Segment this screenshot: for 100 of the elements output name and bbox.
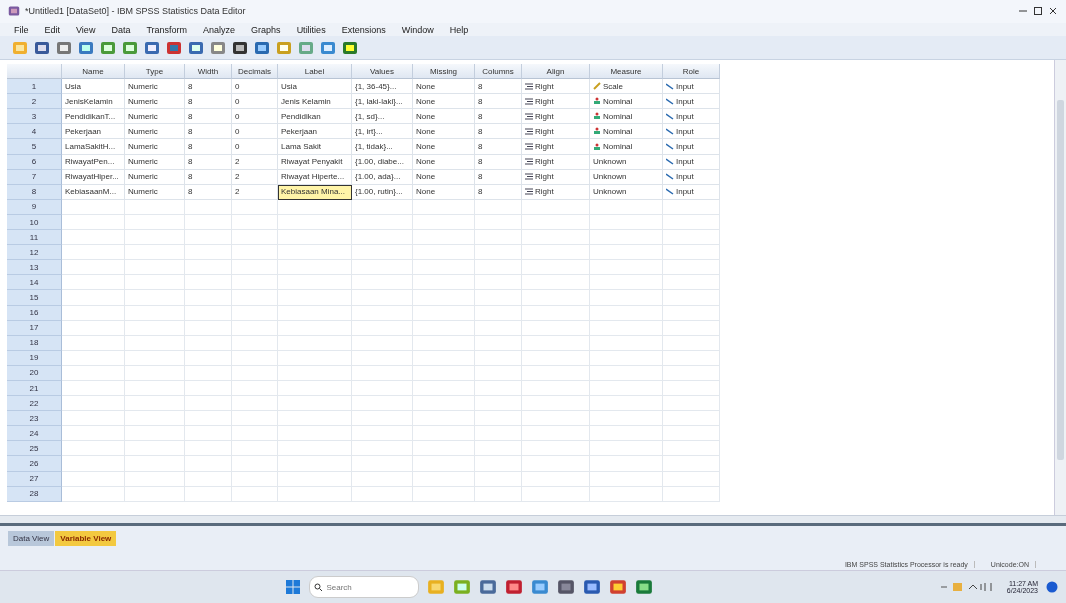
empty-cell[interactable] (590, 396, 663, 412)
table-cell[interactable]: Pekerjaan (278, 124, 352, 140)
table-cell[interactable]: Input (663, 139, 720, 155)
empty-cell[interactable] (590, 381, 663, 397)
empty-cell[interactable] (522, 230, 590, 246)
empty-cell[interactable] (663, 365, 720, 381)
empty-cell[interactable] (125, 290, 185, 306)
empty-cell[interactable] (663, 305, 720, 321)
empty-cell[interactable] (185, 456, 232, 472)
table-cell[interactable]: Right (522, 79, 590, 95)
table-cell[interactable]: 8 (475, 154, 522, 170)
empty-cell[interactable] (475, 426, 522, 442)
empty-cell[interactable] (125, 411, 185, 427)
table-cell[interactable]: 8 (475, 94, 522, 110)
table-cell[interactable]: {1, irt}... (352, 124, 413, 140)
empty-cell[interactable] (125, 214, 185, 231)
empty-cell[interactable] (663, 214, 720, 231)
empty-cell[interactable] (413, 335, 475, 351)
empty-cell[interactable] (663, 230, 720, 246)
empty-cell[interactable] (522, 350, 590, 366)
table-cell[interactable]: 8 (185, 184, 232, 200)
empty-cell[interactable] (352, 426, 413, 442)
empty-cell[interactable] (663, 381, 720, 397)
row-number[interactable]: 23 (7, 411, 62, 427)
table-cell[interactable]: 8 (185, 154, 232, 170)
empty-cell[interactable] (522, 396, 590, 412)
table-cell[interactable]: Numeric (125, 79, 185, 95)
table-cell[interactable]: None (413, 124, 475, 140)
empty-cell[interactable] (475, 275, 522, 291)
empty-cell[interactable] (352, 275, 413, 291)
empty-cell[interactable] (185, 320, 232, 336)
empty-cell[interactable] (232, 350, 278, 366)
table-cell[interactable]: None (413, 109, 475, 125)
empty-cell[interactable] (352, 486, 413, 502)
empty-cell[interactable] (590, 350, 663, 366)
row-number[interactable]: 12 (7, 245, 62, 261)
empty-cell[interactable] (475, 305, 522, 321)
empty-cell[interactable] (522, 199, 590, 215)
table-cell[interactable]: 2 (232, 154, 278, 170)
column-header[interactable]: Columns (475, 64, 522, 80)
empty-cell[interactable] (590, 290, 663, 306)
table-cell[interactable]: RiwayatPen... (62, 154, 125, 170)
table-cell[interactable]: Nominal (590, 94, 663, 110)
column-header[interactable]: Align (522, 64, 590, 80)
empty-cell[interactable] (663, 245, 720, 261)
empty-cell[interactable] (352, 230, 413, 246)
empty-cell[interactable] (475, 335, 522, 351)
empty-cell[interactable] (413, 260, 475, 276)
empty-cell[interactable] (232, 290, 278, 306)
empty-cell[interactable] (232, 275, 278, 291)
empty-cell[interactable] (413, 471, 475, 487)
table-cell[interactable]: Input (663, 154, 720, 170)
empty-cell[interactable] (352, 305, 413, 321)
empty-cell[interactable] (663, 199, 720, 215)
empty-cell[interactable] (278, 396, 352, 412)
table-cell[interactable]: None (413, 154, 475, 170)
empty-cell[interactable] (590, 260, 663, 276)
empty-cell[interactable] (185, 305, 232, 321)
table-cell[interactable]: 8 (185, 139, 232, 155)
column-header[interactable]: Values (352, 64, 413, 80)
empty-cell[interactable] (590, 214, 663, 231)
empty-cell[interactable] (475, 471, 522, 487)
empty-cell[interactable] (413, 365, 475, 381)
empty-cell[interactable] (413, 411, 475, 427)
empty-cell[interactable] (663, 471, 720, 487)
menu-item[interactable]: Window (395, 24, 440, 35)
empty-cell[interactable] (278, 320, 352, 336)
row-number[interactable]: 1 (7, 79, 62, 95)
empty-cell[interactable] (185, 426, 232, 442)
column-header[interactable]: Missing (413, 64, 475, 80)
empty-cell[interactable] (185, 381, 232, 397)
empty-cell[interactable] (278, 214, 352, 231)
empty-cell[interactable] (590, 486, 663, 502)
empty-cell[interactable] (185, 245, 232, 261)
empty-cell[interactable] (278, 486, 352, 502)
empty-cell[interactable] (413, 305, 475, 321)
empty-cell[interactable] (278, 275, 352, 291)
empty-cell[interactable] (232, 426, 278, 442)
column-header[interactable]: Label (278, 64, 352, 80)
table-cell[interactable]: Jenis Kelamin (278, 94, 352, 110)
empty-cell[interactable] (185, 350, 232, 366)
table-cell[interactable]: 8 (475, 79, 522, 95)
empty-cell[interactable] (413, 396, 475, 412)
empty-cell[interactable] (352, 456, 413, 472)
table-cell[interactable]: Nominal (590, 124, 663, 140)
row-number[interactable]: 5 (7, 139, 62, 155)
empty-cell[interactable] (185, 275, 232, 291)
empty-cell[interactable] (413, 381, 475, 397)
empty-cell[interactable] (590, 230, 663, 246)
empty-cell[interactable] (278, 230, 352, 246)
empty-cell[interactable] (522, 486, 590, 502)
empty-cell[interactable] (185, 441, 232, 457)
empty-cell[interactable] (125, 320, 185, 336)
table-cell[interactable]: 8 (185, 169, 232, 185)
table-cell[interactable]: None (413, 169, 475, 185)
empty-cell[interactable] (475, 199, 522, 215)
table-cell[interactable]: PendidikanT... (62, 109, 125, 125)
empty-cell[interactable] (590, 365, 663, 381)
empty-cell[interactable] (413, 350, 475, 366)
row-number[interactable]: 14 (7, 275, 62, 291)
